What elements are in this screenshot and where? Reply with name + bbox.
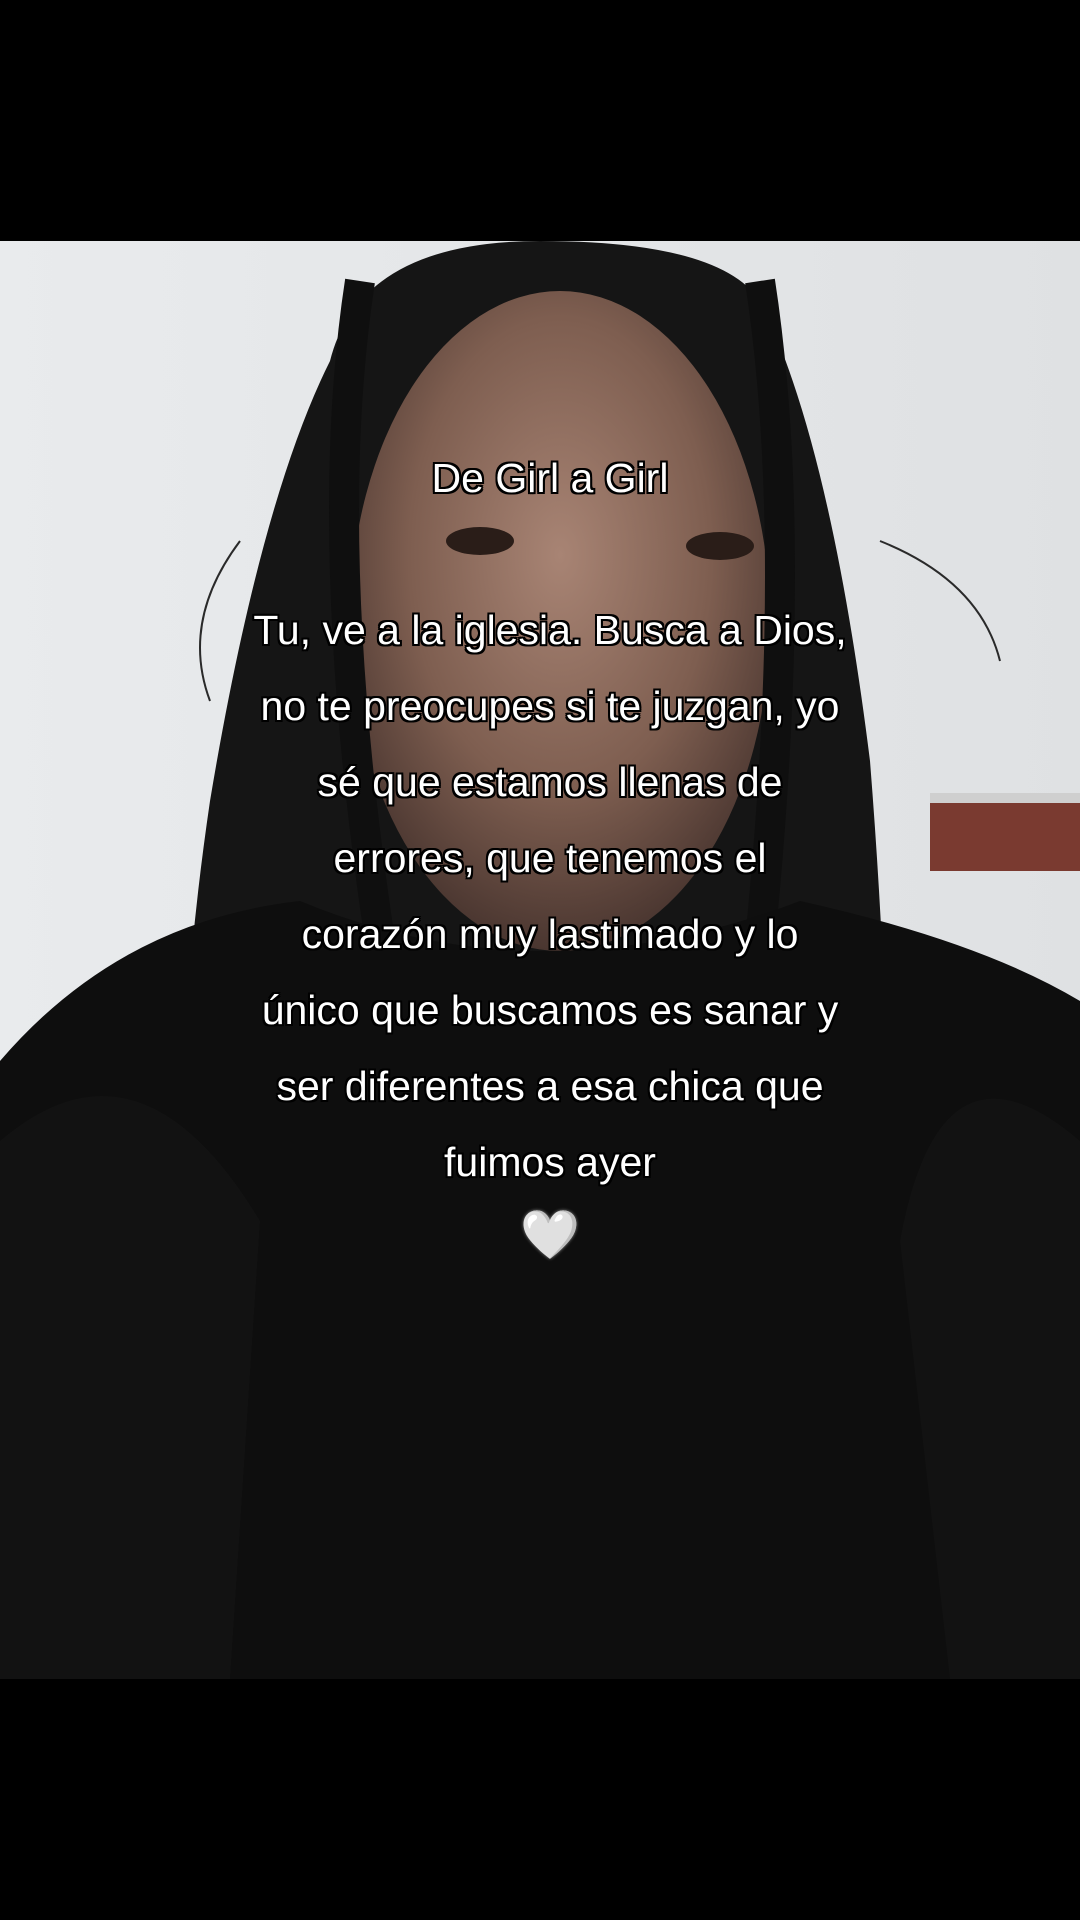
overlay-line: corazón muy lastimado y lo: [301, 911, 799, 957]
overlay-line: no te preocupes si te juzgan, yo: [260, 683, 840, 729]
video-frame: De Girl a Girl Tu, ve a la iglesia. Busc…: [0, 0, 1080, 1920]
overlay-line: Tu, ve a la iglesia. Busca a Dios,: [253, 607, 847, 653]
overlay-line: ser diferentes a esa chica que: [276, 1063, 824, 1109]
overlay-line: fuimos ayer: [444, 1139, 656, 1185]
overlay-title: De Girl a Girl: [431, 455, 669, 501]
overlay-line: sé que estamos llenas de: [317, 759, 783, 805]
letterbox-bottom: [0, 1679, 1080, 1920]
overlay-spacer: [190, 516, 910, 592]
overlay-line: errores, que tenemos el: [333, 835, 767, 881]
text-overlay: De Girl a Girl Tu, ve a la iglesia. Busc…: [190, 440, 910, 1270]
letterbox-top: [0, 0, 1080, 241]
shelf: [930, 801, 1080, 871]
white-heart-icon: 🤍: [520, 1207, 580, 1263]
overlay-line: único que buscamos es sanar y: [261, 987, 839, 1033]
